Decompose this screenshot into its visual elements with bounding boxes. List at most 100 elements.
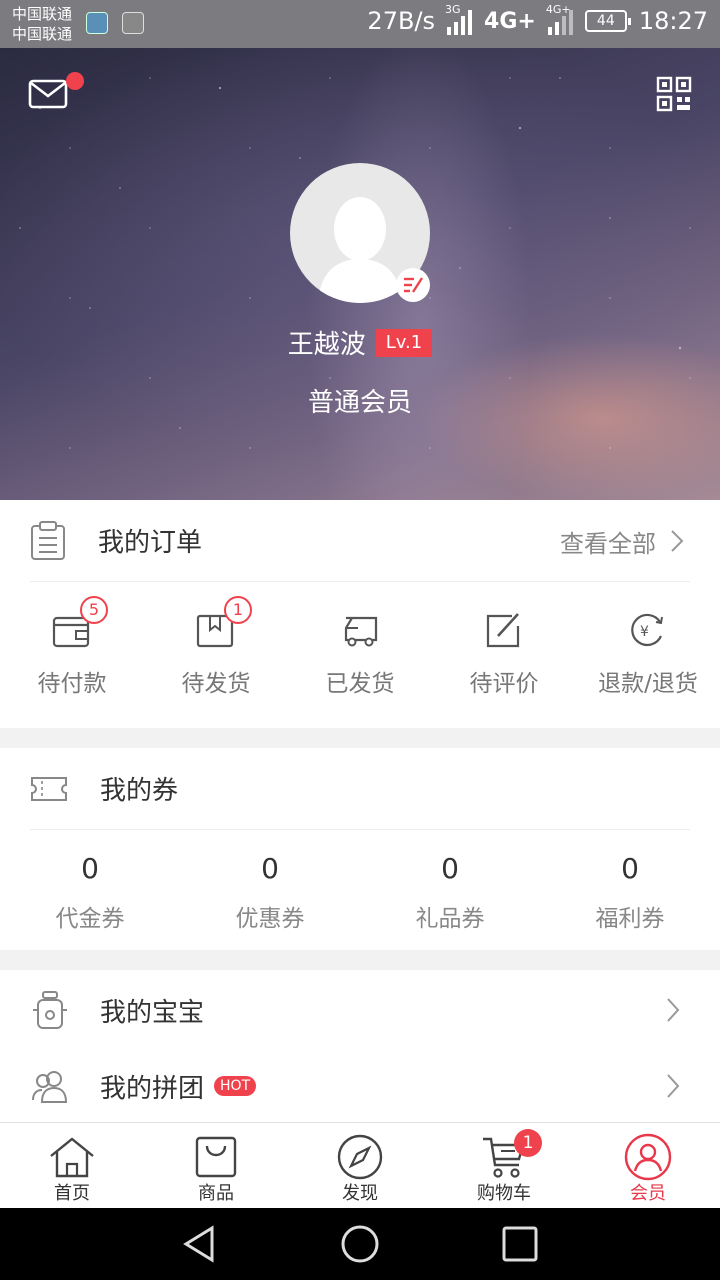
edit-review-icon bbox=[486, 613, 520, 648]
mail-icon bbox=[28, 79, 68, 109]
status-indicators: 27B/s 3G 4G+ 4G+ 44 18:27 bbox=[367, 3, 708, 35]
coupons-header[interactable]: 我的券 bbox=[30, 748, 690, 830]
menu-item-label-wrap: 我的拼团 HOT bbox=[100, 1068, 257, 1105]
refund-icon: ¥ bbox=[631, 613, 663, 646]
coupon-label: 优惠券 bbox=[235, 906, 305, 932]
status-bar: 中国联通 中国联通 27B/s 3G 4G+ 4G+ 44 18:27 bbox=[0, 0, 720, 48]
tab-home[interactable]: 首页 bbox=[0, 1123, 144, 1208]
order-status-label: 待评价 bbox=[469, 671, 539, 697]
net-4g-small-label: 4G+ bbox=[545, 3, 571, 16]
pending-payment-count: 5 bbox=[80, 596, 108, 624]
menu-item-my-baby[interactable]: 我的宝宝 bbox=[0, 972, 720, 1048]
user-name-row: 王越波 Lv.1 bbox=[0, 324, 720, 361]
edit-icon bbox=[404, 277, 424, 293]
orders-card: 我的订单 查看全部 5 待付款 1 待发货 已发货 待评价 ¥ 退款/退货 bbox=[0, 500, 720, 728]
tab-label: 商品 bbox=[198, 1183, 234, 1204]
compass-icon bbox=[337, 1134, 383, 1180]
level-badge: Lv.1 bbox=[375, 328, 433, 357]
tab-label: 会员 bbox=[630, 1183, 666, 1204]
menu-card: 我的宝宝 我的拼团 HOT bbox=[0, 970, 720, 1122]
truck-icon bbox=[344, 616, 378, 647]
order-shipped[interactable]: 已发货 bbox=[288, 582, 432, 728]
signal-3g-icon: 3G bbox=[445, 3, 473, 35]
bottom-tab-bar: 首页 商品 发现 1 购物车 会员 bbox=[0, 1122, 720, 1208]
coupon-label: 礼品券 bbox=[415, 906, 485, 932]
coupon-welfare[interactable]: 0 福利券 bbox=[540, 830, 720, 933]
coupon-label: 代金券 bbox=[55, 906, 125, 932]
coupon-count: 0 bbox=[621, 852, 639, 885]
tab-label: 购物车 bbox=[477, 1183, 531, 1204]
carrier-name-1: 中国联通 bbox=[12, 5, 73, 23]
hot-badge: HOT bbox=[214, 1076, 257, 1096]
coupon-count: 0 bbox=[441, 852, 459, 885]
home-circle-icon bbox=[341, 1225, 379, 1263]
order-status-label: 待发货 bbox=[181, 671, 251, 697]
pending-shipment-count: 1 bbox=[224, 596, 252, 624]
clock: 18:27 bbox=[638, 7, 708, 35]
coupon-gift[interactable]: 0 礼品券 bbox=[360, 830, 540, 933]
carrier-name-2: 中国联通 bbox=[12, 25, 73, 43]
menu-item-my-group-buy[interactable]: 我的拼团 HOT bbox=[0, 1048, 720, 1124]
network-speed: 27B/s bbox=[367, 7, 436, 35]
group-users-icon bbox=[32, 1071, 68, 1103]
order-status-label: 已发货 bbox=[325, 671, 395, 697]
battery-icon: 44 bbox=[584, 10, 631, 32]
coupon-count: 0 bbox=[81, 852, 99, 885]
tab-discover[interactable]: 发现 bbox=[288, 1123, 432, 1208]
tab-label: 首页 bbox=[54, 1183, 90, 1204]
chevron-right-icon bbox=[671, 530, 684, 552]
system-navigation-bar bbox=[0, 1208, 720, 1280]
baby-bottle-icon bbox=[33, 991, 67, 1029]
clipboard-icon bbox=[31, 520, 65, 560]
coupon-list: 0 代金券 0 优惠券 0 礼品券 0 福利券 bbox=[0, 830, 720, 933]
order-refund-return[interactable]: ¥ 退款/退货 bbox=[576, 582, 720, 728]
orders-title: 我的订单 bbox=[98, 528, 203, 558]
tab-products[interactable]: 商品 bbox=[144, 1123, 288, 1208]
coupon-cash-voucher[interactable]: 0 代金券 bbox=[0, 830, 180, 933]
svg-text:¥: ¥ bbox=[640, 624, 649, 640]
chevron-right-icon bbox=[667, 1074, 680, 1098]
shopping-bag-icon bbox=[195, 1136, 237, 1178]
tab-member[interactable]: 会员 bbox=[576, 1123, 720, 1208]
notification-icons bbox=[86, 12, 144, 34]
chevron-right-icon bbox=[667, 998, 680, 1022]
unread-dot bbox=[66, 72, 84, 90]
tab-label: 发现 bbox=[342, 1183, 378, 1204]
qr-code-button[interactable] bbox=[656, 76, 692, 112]
home-icon bbox=[50, 1137, 94, 1178]
order-pending-payment[interactable]: 5 待付款 bbox=[0, 582, 144, 728]
view-all-label: 查看全部 bbox=[560, 529, 656, 558]
signal-4g-icon: 4G+ bbox=[546, 3, 573, 35]
net-3g-label: 3G bbox=[445, 3, 461, 16]
orders-header[interactable]: 我的订单 查看全部 bbox=[30, 500, 690, 582]
coupon-label: 福利券 bbox=[595, 906, 665, 932]
view-all-orders-link[interactable]: 查看全部 bbox=[560, 500, 684, 582]
order-pending-shipment[interactable]: 1 待发货 bbox=[144, 582, 288, 728]
image-notification-icon bbox=[122, 12, 144, 34]
carrier-info: 中国联通 中国联通 bbox=[12, 4, 72, 44]
coupons-title: 我的券 bbox=[100, 776, 179, 806]
order-status-label: 待付款 bbox=[37, 671, 107, 697]
menu-item-label: 我的拼团 bbox=[100, 1073, 205, 1104]
coupons-card: 我的券 0 代金券 0 优惠券 0 礼品券 0 福利券 bbox=[0, 748, 720, 950]
recents-square-icon bbox=[502, 1226, 538, 1262]
home-button[interactable] bbox=[340, 1224, 380, 1264]
edit-profile-button[interactable] bbox=[396, 268, 430, 302]
recents-button[interactable] bbox=[500, 1224, 540, 1264]
user-name: 王越波 bbox=[287, 330, 366, 360]
profile-header: 王越波 Lv.1 普通会员 bbox=[0, 48, 720, 500]
member-level: 普通会员 bbox=[307, 388, 412, 418]
net-4g-label: 4G+ bbox=[484, 8, 536, 34]
cart-count-badge: 1 bbox=[514, 1129, 542, 1157]
back-triangle-icon bbox=[183, 1225, 214, 1263]
app-notification-icon bbox=[86, 12, 108, 34]
back-button[interactable] bbox=[180, 1224, 220, 1264]
member-icon bbox=[624, 1133, 672, 1181]
coupon-discount[interactable]: 0 优惠券 bbox=[180, 830, 360, 933]
coupon-count: 0 bbox=[261, 852, 279, 885]
order-pending-review[interactable]: 待评价 bbox=[432, 582, 576, 728]
qr-code-icon bbox=[656, 76, 692, 112]
order-status-label: 退款/退货 bbox=[598, 671, 698, 697]
menu-item-label: 我的宝宝 bbox=[100, 997, 205, 1028]
tab-cart[interactable]: 1 购物车 bbox=[432, 1123, 576, 1208]
